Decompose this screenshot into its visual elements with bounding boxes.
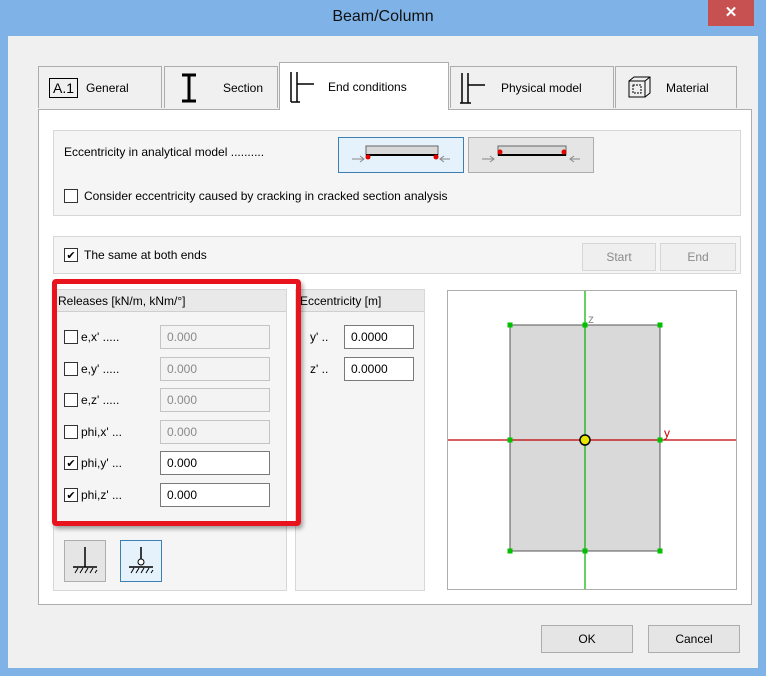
beam-eccentricity-outside-icon bbox=[482, 145, 580, 163]
section-preview-drawing: z y bbox=[448, 291, 736, 589]
ok-button[interactable]: OK bbox=[541, 625, 633, 653]
close-button[interactable]: ✕ bbox=[708, 0, 754, 26]
highlight-frame bbox=[52, 279, 301, 526]
end-conditions-icon bbox=[288, 70, 316, 104]
tab-section-label: Section bbox=[223, 80, 264, 95]
title-bar[interactable]: Beam/Column ✕ bbox=[0, 0, 766, 36]
tab-material-label: Material bbox=[666, 80, 709, 95]
eccentricity-panel: Eccentricity [m] y' .. 0.0000 z' .. 0.00… bbox=[295, 289, 425, 591]
same-both-ends-label: The same at both ends bbox=[84, 248, 207, 262]
start-button[interactable]: Start bbox=[582, 243, 656, 271]
tab-physical-model-label: Physical model bbox=[501, 80, 582, 95]
tab-material[interactable]: Material bbox=[615, 66, 737, 108]
same-both-ends-checkbox[interactable] bbox=[64, 248, 78, 262]
pinned-support-icon bbox=[129, 547, 154, 574]
eccentricity-model-label: Eccentricity in analytical model .......… bbox=[64, 145, 265, 159]
fixed-support-icon bbox=[73, 547, 98, 574]
pinned-support-button[interactable] bbox=[120, 540, 162, 582]
tab-section[interactable]: Section bbox=[164, 66, 278, 108]
axis-y-label: y bbox=[664, 426, 670, 440]
eccentricity-y-label: y' .. bbox=[310, 330, 329, 344]
eccentricity-inside-button[interactable] bbox=[338, 137, 464, 173]
tab-end-conditions[interactable]: End conditions bbox=[279, 62, 449, 110]
end-conditions-page: Eccentricity in analytical model .......… bbox=[38, 109, 752, 605]
cracking-eccentricity-label: Consider eccentricity caused by cracking… bbox=[84, 189, 448, 203]
cube-icon bbox=[626, 75, 652, 101]
ends-group: The same at both ends Start End bbox=[53, 236, 741, 274]
general-tab-icon: A.1 bbox=[49, 77, 79, 98]
fixed-support-button[interactable] bbox=[64, 540, 106, 582]
tab-physical-model[interactable]: Physical model bbox=[450, 66, 614, 108]
eccentricity-header: Eccentricity [m] bbox=[296, 290, 424, 312]
eccentricity-model-group: Eccentricity in analytical model .......… bbox=[53, 130, 741, 216]
eccentricity-outside-button[interactable] bbox=[468, 137, 594, 173]
tab-general-label: General bbox=[86, 80, 129, 95]
cancel-button[interactable]: Cancel bbox=[648, 625, 740, 653]
eccentricity-y-field[interactable]: 0.0000 bbox=[344, 325, 414, 349]
end-button[interactable]: End bbox=[660, 243, 736, 271]
eccentricity-z-label: z' .. bbox=[310, 362, 329, 376]
tab-general[interactable]: A.1 General bbox=[38, 66, 162, 108]
axis-z-label: z bbox=[588, 312, 594, 326]
dialog-window: Beam/Column ✕ A.1 General Section End co… bbox=[0, 0, 766, 676]
i-beam-icon bbox=[179, 73, 199, 103]
physical-model-icon bbox=[459, 71, 487, 105]
section-preview: z y bbox=[447, 290, 737, 590]
tab-end-conditions-label: End conditions bbox=[328, 79, 407, 94]
window-title: Beam/Column bbox=[332, 8, 434, 25]
cracking-eccentricity-checkbox[interactable] bbox=[64, 189, 78, 203]
dialog-client-area: A.1 General Section End conditions Physi… bbox=[8, 36, 758, 668]
eccentricity-z-field[interactable]: 0.0000 bbox=[344, 357, 414, 381]
beam-eccentricity-inside-icon bbox=[352, 145, 450, 163]
